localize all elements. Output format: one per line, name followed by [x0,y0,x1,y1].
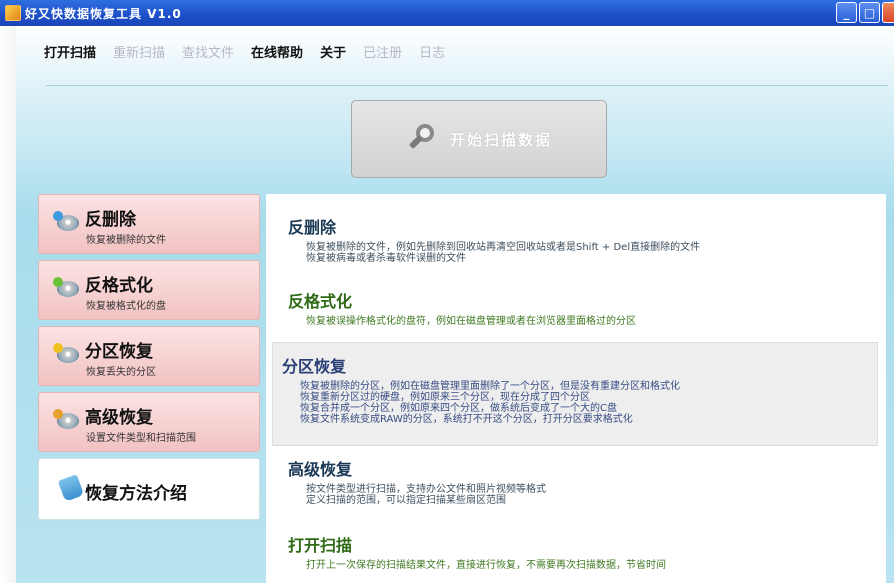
disc-advanced-icon [53,409,81,433]
section-undelete: 反删除 恢复被删除的文件，例如先删除到回收站再清空回收站或者是Shift + D… [272,214,878,264]
nav-item-title: 高级恢复 [85,408,153,428]
section-title: 高级恢复 [288,460,353,479]
nav-item-title: 反删除 [85,210,136,230]
section-unformat: 反格式化 恢复被误操作格式化的盘符，例如在磁盘管理或者在浏览器里面格过的分区 [272,288,878,327]
close-button[interactable] [882,2,894,23]
menu-bar: 打开扫描 重新扫描 查找文件 在线帮助 关于 已注册 日志 [44,42,462,61]
bottle-icon [53,474,85,502]
section-line: 打开上一次保存的扫描结果文件，直接进行恢复，不需要再次扫描数据，节省时间 [306,560,666,571]
menu-find-file: 查找文件 [182,46,235,61]
title-bar[interactable]: 好又快数据恢复工具 V1.0 _ □ [0,0,894,26]
nav-item-title: 分区恢复 [85,342,153,362]
section-title: 反删除 [288,218,337,237]
section-line: 恢复重新分区过的硬盘，例如原来三个分区，现在分成了四个分区 [300,392,590,403]
minimize-button[interactable]: _ [836,2,857,23]
method-intro-panel: 反删除 恢复被删除的文件，例如先删除到回收站再清空回收站或者是Shift + D… [266,194,886,583]
nav-item-advanced[interactable]: 高级恢复 设置文件类型和扫描范围 [38,392,260,452]
menu-about[interactable]: 关于 [320,42,346,61]
nav-item-subtitle: 恢复被删除的文件 [86,235,166,246]
disc-undelete-icon [53,211,81,235]
main-panel: 打开扫描 重新扫描 查找文件 在线帮助 关于 已注册 日志 开始扫描数据 反删除… [16,26,894,583]
disc-unformat-icon [53,277,81,301]
section-line: 恢复合并成一个分区，例如原来四个分区，做系统后变成了一个大的C盘 [300,403,617,414]
start-scan-button[interactable]: 开始扫描数据 [351,100,607,178]
section-line: 恢复被删除的文件，例如先删除到回收站再清空回收站或者是Shift + Del直接… [306,242,701,253]
section-title: 分区恢复 [282,357,347,376]
window-title: 好又快数据恢复工具 V1.0 [25,6,182,21]
maximize-button[interactable]: □ [859,2,880,23]
nav-item-partition[interactable]: 分区恢复 恢复丢失的分区 [38,326,260,386]
nav-item-undelete[interactable]: 反删除 恢复被删除的文件 [38,194,260,254]
nav-item-title: 恢复方法介绍 [85,484,187,504]
section-line: 恢复被误操作格式化的盘符，例如在磁盘管理或者在浏览器里面格过的分区 [306,316,636,327]
menu-log: 日志 [419,46,446,61]
menu-registered: 已注册 [363,46,403,61]
nav-item-subtitle: 设置文件类型和扫描范围 [86,433,196,444]
section-title: 打开扫描 [288,536,353,555]
magnifier-icon [406,122,440,156]
start-scan-label: 开始扫描数据 [449,130,552,149]
nav-item-unformat[interactable]: 反格式化 恢复被格式化的盘 [38,260,260,320]
section-advanced: 高级恢复 按文件类型进行扫描，支持办公文件和照片视频等格式 定义扫描的范围，可以… [272,456,878,506]
window-controls: _ □ [836,2,894,23]
menu-divider [46,84,888,86]
section-line: 恢复文件系统变成RAW的分区，系统打不开这个分区，打开分区要求格式化 [300,414,633,425]
nav-item-methods[interactable]: 恢复方法介绍 [38,458,260,520]
section-partition: 分区恢复 恢复被删除的分区，例如在磁盘管理里面删除了一个分区，但是没有重建分区和… [272,342,878,446]
nav-item-subtitle: 恢复被格式化的盘 [86,301,166,312]
section-line: 定义扫描的范围，可以指定扫描某些扇区范围 [306,495,506,506]
disc-partition-icon [53,343,81,367]
menu-online-help[interactable]: 在线帮助 [251,42,303,61]
menu-open-scan[interactable]: 打开扫描 [44,42,96,61]
section-line: 按文件类型进行扫描，支持办公文件和照片视频等格式 [306,484,546,495]
section-open-scan: 打开扫描 打开上一次保存的扫描结果文件，直接进行恢复，不需要再次扫描数据，节省时… [272,532,878,571]
nav-item-title: 反格式化 [85,276,153,296]
app-icon [5,5,21,21]
recovery-mode-nav: 反删除 恢复被删除的文件 反格式化 恢复被格式化的盘 分区恢复 恢复丢失的分区 … [38,194,260,526]
window-frame-left [0,26,16,583]
nav-item-subtitle: 恢复丢失的分区 [86,367,156,378]
section-title: 反格式化 [288,292,353,311]
section-line: 恢复被删除的分区，例如在磁盘管理里面删除了一个分区，但是没有重建分区和格式化 [300,381,680,392]
menu-rescan: 重新扫描 [113,46,166,61]
section-line: 恢复被病毒或者杀毒软件误删的文件 [306,253,466,264]
